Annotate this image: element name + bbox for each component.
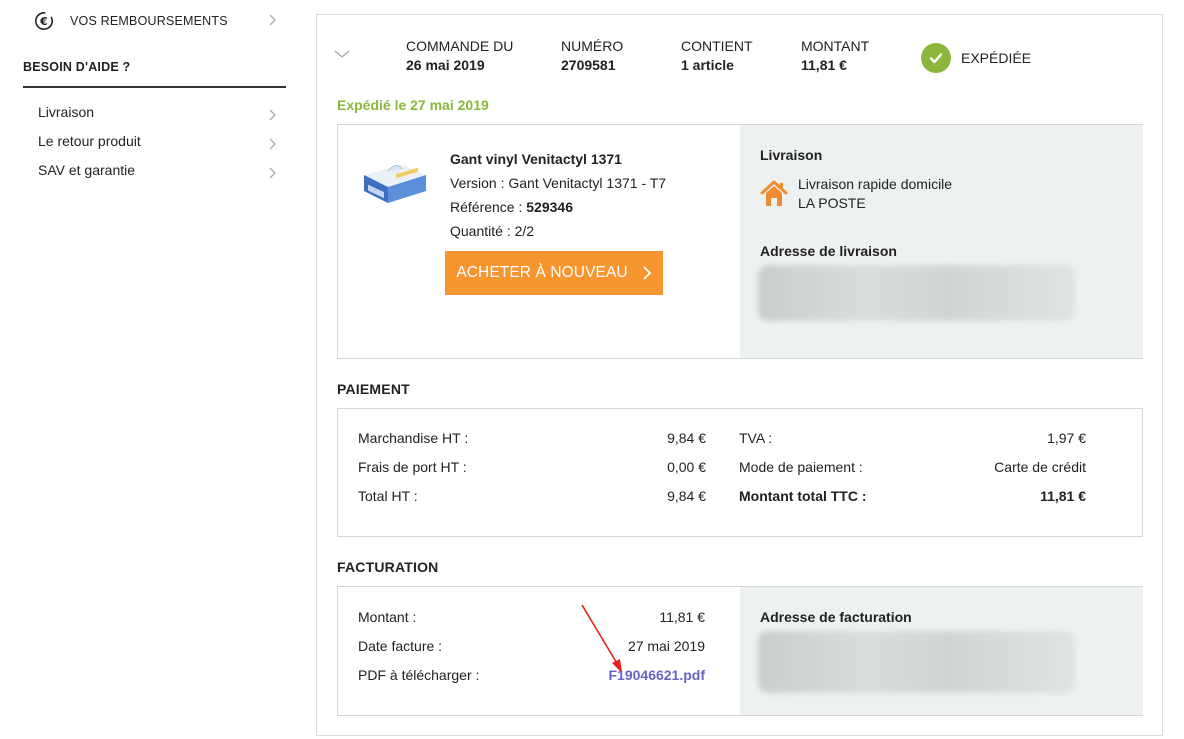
billing-title: FACTURATION xyxy=(337,559,439,575)
delivery-address-title: Adresse de livraison xyxy=(760,243,897,259)
order-date-value: 26 mai 2019 xyxy=(406,57,485,73)
order-date-label: COMMANDE DU xyxy=(406,38,514,54)
status-label: EXPÉDIÉE xyxy=(961,50,1032,66)
reference-label: Référence : xyxy=(450,199,527,215)
euro-icon: € xyxy=(34,11,54,31)
delivery-carrier: LA POSTE xyxy=(798,195,866,211)
order-header[interactable]: COMMANDE DU 26 mai 2019 NUMÉRO 2709581 C… xyxy=(317,15,1162,93)
order-contents-value: 1 article xyxy=(681,57,734,73)
help-section-title: BESOIN D'AIDE ? xyxy=(23,60,286,88)
chevron-right-icon xyxy=(266,12,280,28)
chevron-right-icon xyxy=(642,265,652,281)
sidebar-item-livraison[interactable]: Livraison xyxy=(23,98,286,127)
shipped-date: Expédié le 27 mai 2019 xyxy=(337,97,489,113)
order-number: NUMÉRO 2709581 xyxy=(561,37,623,75)
payment-label: Marchandise HT : xyxy=(358,430,469,446)
billing-amount-label: Montant : xyxy=(358,609,417,625)
sidebar-item-label: VOS REMBOURSEMENTS xyxy=(70,14,228,28)
product-image[interactable] xyxy=(358,153,430,207)
order-number-label: NUMÉRO xyxy=(561,38,624,54)
redacted-billing-address xyxy=(758,631,1076,693)
order-status: EXPÉDIÉE xyxy=(921,43,1031,73)
billing-date-value: 27 mai 2019 xyxy=(627,638,705,654)
payment-total-label: Montant total TTC : xyxy=(739,488,867,504)
redacted-delivery-address xyxy=(758,265,1076,321)
chevron-down-icon[interactable] xyxy=(332,47,352,61)
sidebar-item-sav-garantie[interactable]: SAV et garantie xyxy=(23,156,286,185)
house-icon xyxy=(760,179,788,207)
chevron-right-icon xyxy=(266,162,280,179)
help-links-list: Livraison Le retour produit SAV et garan… xyxy=(23,98,286,185)
billing-address-title: Adresse de facturation xyxy=(760,609,912,625)
payment-title: PAIEMENT xyxy=(337,381,410,397)
payment-value: 9,84 € xyxy=(667,488,706,504)
product-quantity: Quantité : 2/2 xyxy=(450,223,535,239)
product-version: Version : Gant Venitactyl 1371 - T7 xyxy=(450,175,667,191)
payment-total-value: 11,81 € xyxy=(1040,488,1086,504)
order-amount-value: 11,81 € xyxy=(801,57,847,73)
product-box: Gant vinyl Venitactyl 1371 Version : Gan… xyxy=(337,124,1143,359)
payment-value: Carte de crédit xyxy=(994,459,1086,475)
buy-again-button[interactable]: ACHETER À NOUVEAU xyxy=(445,251,663,295)
chevron-right-icon xyxy=(266,133,280,150)
payment-box: Marchandise HT : 9,84 € Frais de port HT… xyxy=(337,408,1143,537)
reference-value: 529346 xyxy=(526,199,573,215)
order-panel: COMMANDE DU 26 mai 2019 NUMÉRO 2709581 C… xyxy=(316,14,1163,736)
order-contents-label: CONTIENT xyxy=(681,38,753,54)
payment-value: 0,00 € xyxy=(667,459,706,475)
billing-amount-value: 11,81 € xyxy=(659,609,705,625)
product-info: Gant vinyl Venitactyl 1371 Version : Gan… xyxy=(450,147,666,243)
payment-label: Total HT : xyxy=(358,488,418,504)
billing-address-pane: Adresse de facturation xyxy=(740,587,1143,715)
annotation-arrow xyxy=(581,604,622,673)
billing-pdf-label: PDF à télécharger : xyxy=(358,667,480,683)
payment-value: 9,84 € xyxy=(667,430,706,446)
buy-again-label: ACHETER À NOUVEAU xyxy=(456,264,628,281)
chevron-right-icon xyxy=(266,104,280,121)
order-amount-label: MONTANT xyxy=(801,38,870,54)
sidebar-item-label: Le retour produit xyxy=(38,133,141,149)
delivery-pane: Livraison Livraison rapide domicile LA P… xyxy=(740,125,1143,358)
billing-box: Montant : 11,81 € Date facture : 27 mai … xyxy=(337,586,1143,716)
order-amount: MONTANT 11,81 € xyxy=(801,37,869,75)
order-date: COMMANDE DU 26 mai 2019 xyxy=(406,37,513,75)
payment-label: Frais de port HT : xyxy=(358,459,467,475)
product-name[interactable]: Gant vinyl Venitactyl 1371 xyxy=(450,147,666,171)
payment-label: Mode de paiement : xyxy=(739,459,863,475)
check-icon xyxy=(921,43,951,73)
delivery-title: Livraison xyxy=(760,147,823,163)
payment-value: 1,97 € xyxy=(1047,430,1086,446)
sidebar-item-label: Livraison xyxy=(38,104,95,120)
sidebar-item-retour-produit[interactable]: Le retour produit xyxy=(23,127,286,156)
order-contents: CONTIENT 1 article xyxy=(681,37,753,75)
product-reference: Référence : 529346 xyxy=(450,195,666,219)
sidebar-item-refunds[interactable]: € VOS REMBOURSEMENTS xyxy=(34,10,286,32)
sidebar-item-label: SAV et garantie xyxy=(38,162,136,178)
delivery-method: Livraison rapide domicile LA POSTE xyxy=(798,175,952,213)
order-number-value: 2709581 xyxy=(561,57,616,73)
payment-label: TVA : xyxy=(739,430,773,446)
svg-text:€: € xyxy=(39,15,48,28)
delivery-method-name: Livraison rapide domicile xyxy=(798,176,953,192)
billing-date-label: Date facture : xyxy=(358,638,443,654)
